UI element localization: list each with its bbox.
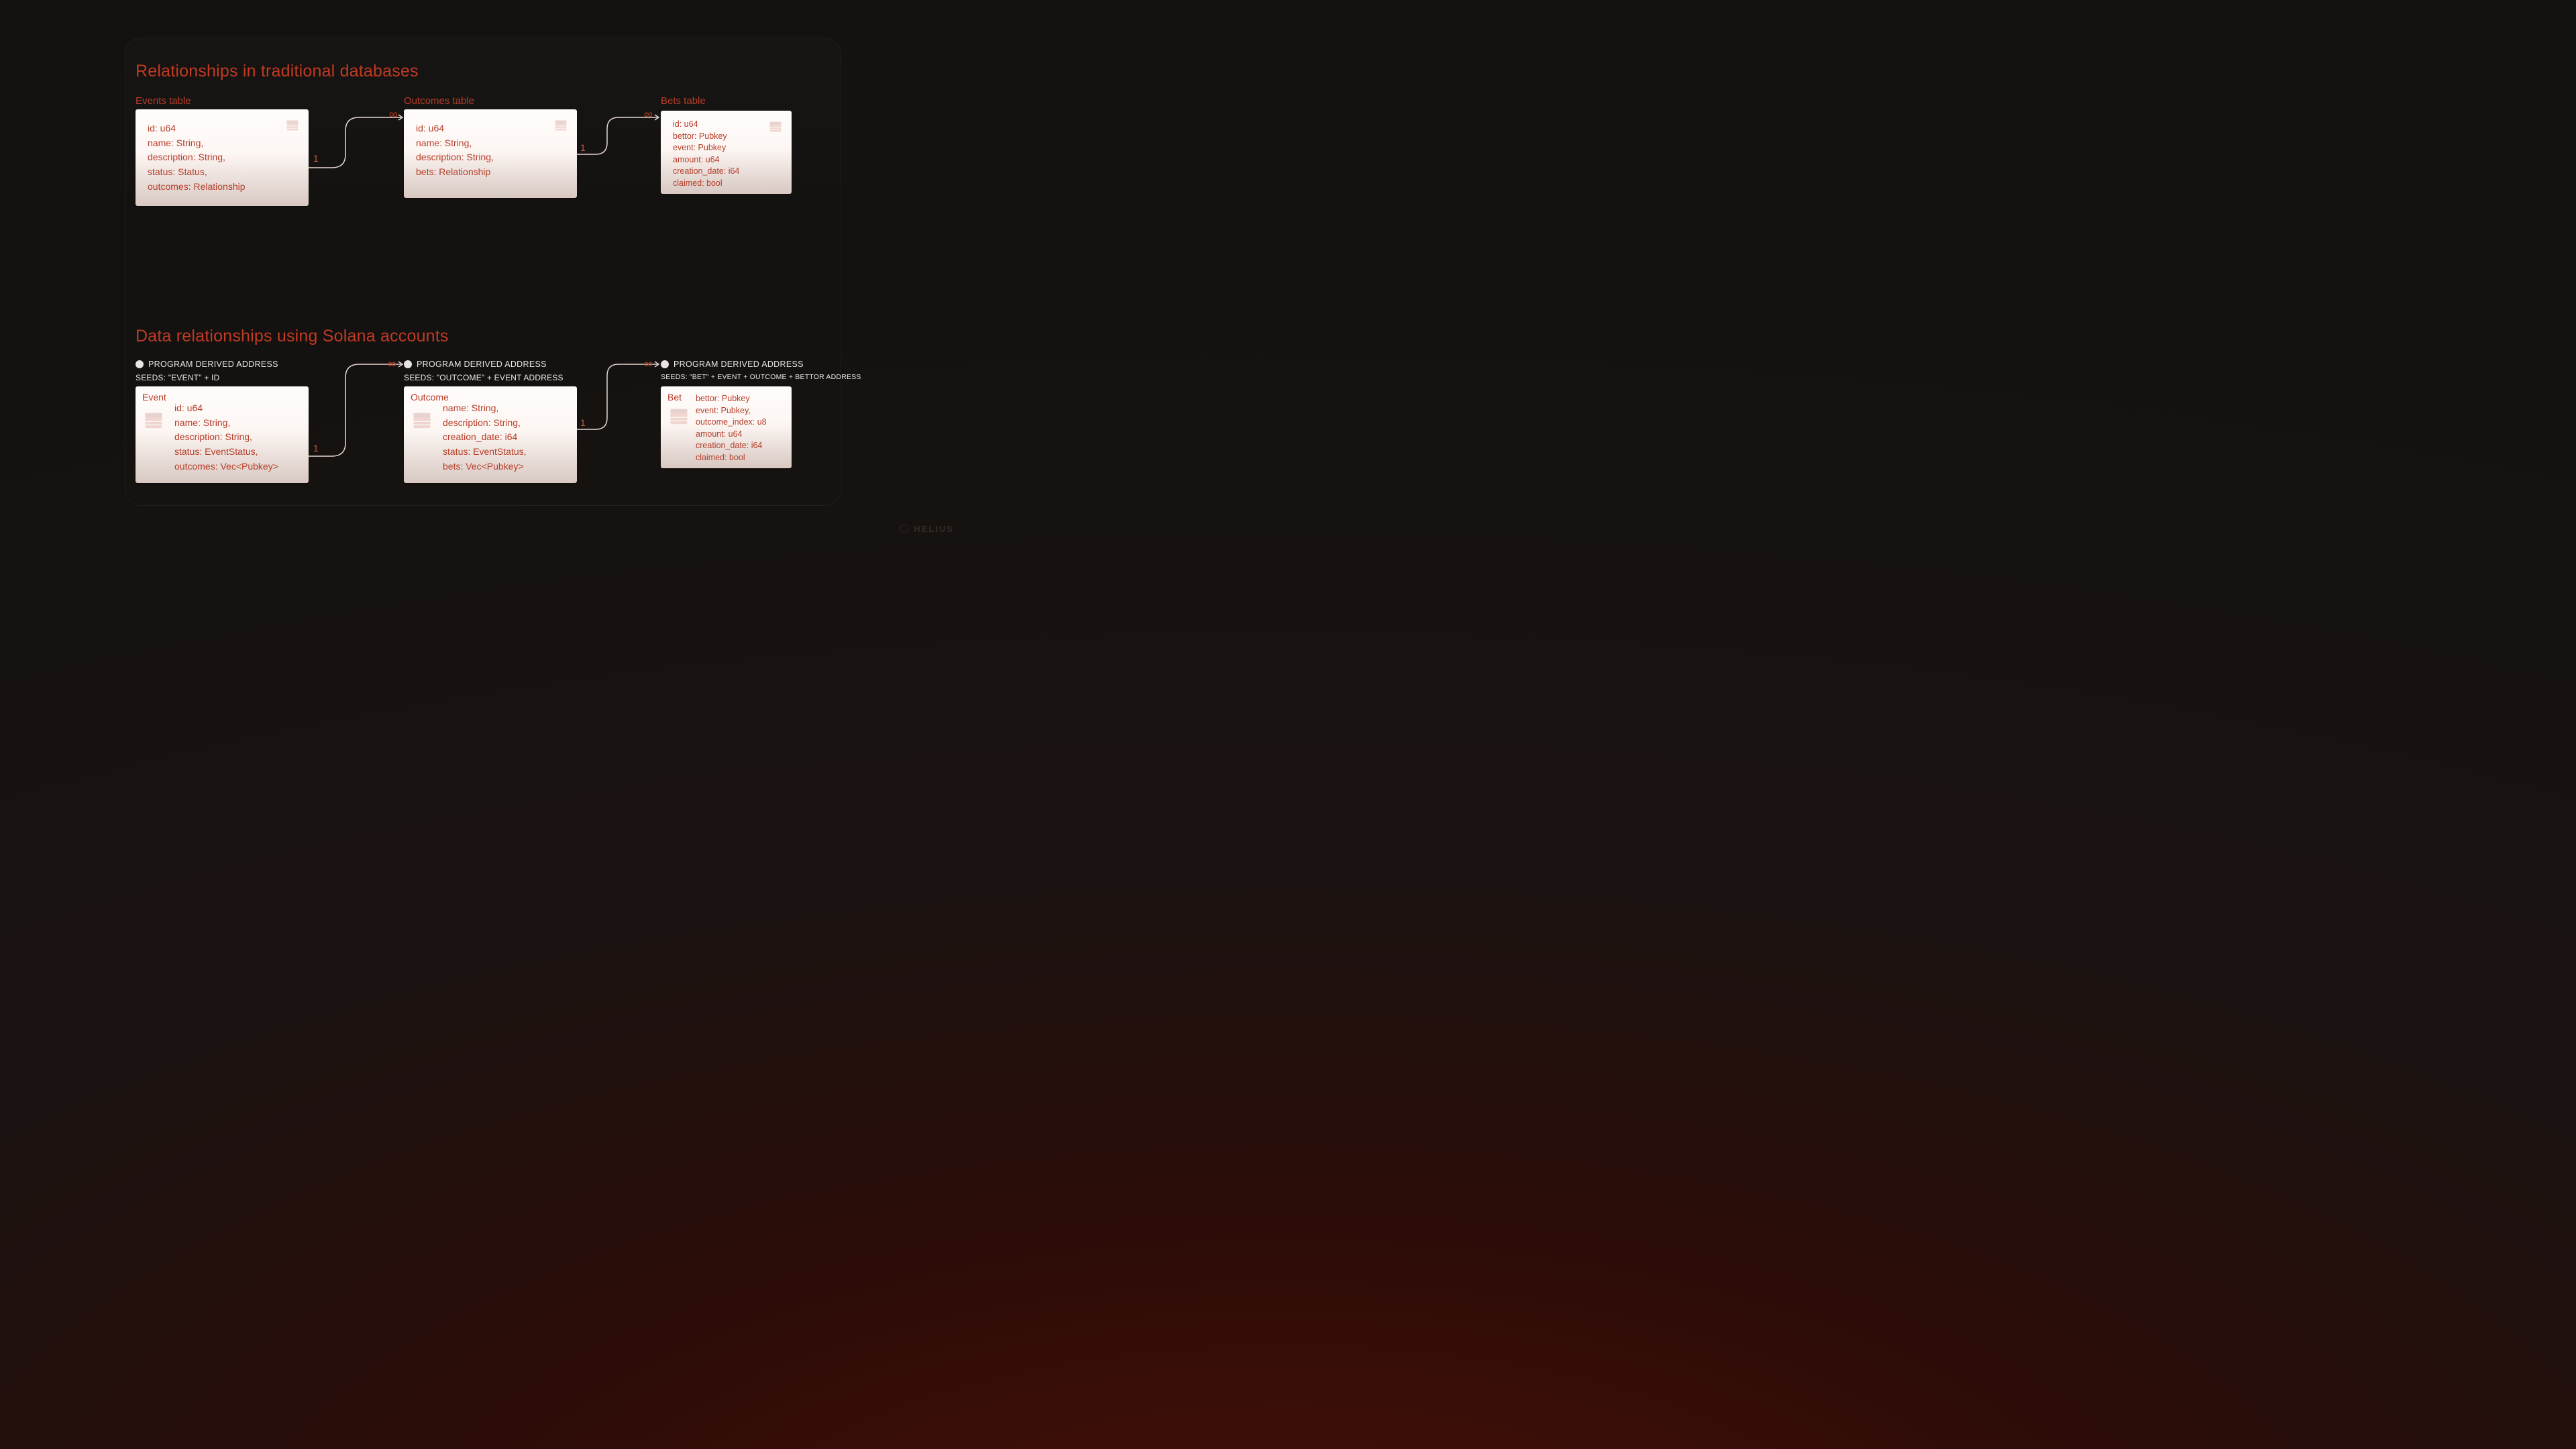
pda-dot-icon xyxy=(404,360,412,368)
event-card-title: Event xyxy=(142,392,166,402)
bet-card-title: Bet xyxy=(667,392,682,402)
bets-table-label: Bets table xyxy=(661,95,706,107)
pda-header-event: PROGRAM DERIVED ADDRESS xyxy=(136,360,278,369)
brand-name: HELIUS xyxy=(914,524,954,534)
bets-fields: id: u64 bettor: Pubkey event: Pubkey amo… xyxy=(673,119,739,189)
card-one-4: 1 xyxy=(580,417,586,428)
table-icon xyxy=(412,411,432,431)
outcomes-table-label: Outcomes table xyxy=(404,95,474,107)
events-table-label: Events table xyxy=(136,95,191,107)
card-one-1: 1 xyxy=(313,153,319,164)
pda-header-bet: PROGRAM DERIVED ADDRESS xyxy=(661,360,804,369)
card-inf-1: ∞ xyxy=(389,107,398,121)
card-inf-4: ∞ xyxy=(644,357,653,371)
section2-title: Data relationships using Solana accounts xyxy=(136,327,449,346)
seeds-bet: SEEDS: "BET" + EVENT + OUTCOME + BETTOR … xyxy=(661,373,861,381)
table-icon xyxy=(554,119,568,132)
brand-gear-icon xyxy=(899,523,910,534)
card-one-2: 1 xyxy=(580,142,586,153)
outcome-account-card: Outcome name: String, description: Strin… xyxy=(404,386,577,483)
pda-dot-icon xyxy=(661,360,669,368)
events-fields: id: u64 name: String, description: Strin… xyxy=(148,121,246,194)
card-inf-2: ∞ xyxy=(644,107,653,121)
card-inf-3: ∞ xyxy=(388,357,396,371)
outcomes-card: id: u64 name: String, description: Strin… xyxy=(404,109,577,198)
outcomes-fields: id: u64 name: String, description: Strin… xyxy=(416,121,494,180)
event-fields: id: u64 name: String, description: Strin… xyxy=(174,401,278,474)
table-icon xyxy=(286,119,299,132)
bets-card: id: u64 bettor: Pubkey event: Pubkey amo… xyxy=(661,111,792,194)
card-one-3: 1 xyxy=(313,443,319,453)
events-card: id: u64 name: String, description: Strin… xyxy=(136,109,309,206)
seeds-event: SEEDS: "EVENT" + ID xyxy=(136,373,219,382)
pda-dot-icon xyxy=(136,360,144,368)
bet-fields: bettor: Pubkey event: Pubkey, outcome_in… xyxy=(696,393,767,464)
outcome-fields: name: String, description: String, creat… xyxy=(443,401,527,474)
seeds-outcome: SEEDS: "OUTCOME" + EVENT ADDRESS xyxy=(404,373,564,382)
table-icon xyxy=(144,411,164,431)
section1-title: Relationships in traditional databases xyxy=(136,62,419,81)
table-icon xyxy=(769,120,782,133)
pda-header-outcome: PROGRAM DERIVED ADDRESS xyxy=(404,360,547,369)
event-account-card: Event id: u64 name: String, description:… xyxy=(136,386,309,483)
table-icon xyxy=(669,407,689,427)
brand-logo: HELIUS xyxy=(899,523,954,534)
bet-account-card: Bet bettor: Pubkey event: Pubkey, outcom… xyxy=(661,386,792,468)
